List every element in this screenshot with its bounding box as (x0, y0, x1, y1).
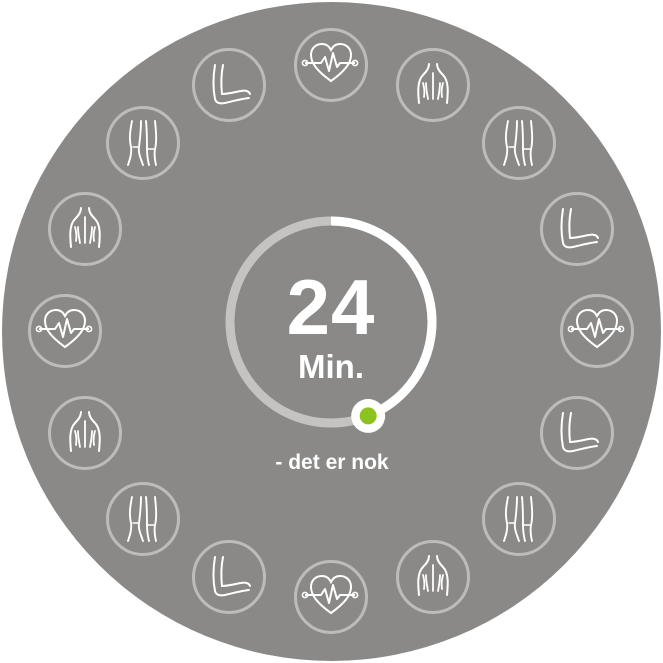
exercise-button-legs[interactable] (482, 105, 557, 180)
tagline-text: - det er nok (275, 451, 389, 474)
legs-icon (495, 495, 543, 543)
back-icon (409, 61, 457, 109)
legs-icon (119, 495, 167, 543)
exercise-button-legs[interactable] (105, 482, 180, 557)
exercise-button-heart-pulse[interactable] (294, 28, 368, 102)
heart-pulse-icon (35, 307, 93, 355)
back-icon (61, 205, 109, 253)
progress-knob[interactable] (351, 398, 386, 433)
arm-icon (553, 409, 601, 457)
exercise-button-arm[interactable] (192, 539, 267, 614)
exercise-button-arm[interactable] (539, 192, 614, 267)
exercise-button-arm[interactable] (539, 395, 614, 470)
exercise-button-heart-pulse[interactable] (294, 560, 368, 634)
arm-icon (553, 205, 601, 253)
exercise-button-back[interactable] (395, 539, 470, 614)
legs-icon (495, 119, 543, 167)
back-icon (61, 409, 109, 457)
exercise-button-heart-pulse[interactable] (560, 294, 634, 368)
timer-unit-label: Min. (298, 348, 364, 385)
exercise-button-heart-pulse[interactable] (28, 294, 102, 368)
legs-icon (119, 119, 167, 167)
exercise-button-back[interactable] (48, 395, 123, 470)
heart-pulse-icon (301, 41, 359, 89)
heart-pulse-icon (567, 307, 625, 355)
heart-pulse-icon (301, 573, 359, 621)
timer-minutes-value: 24 (286, 263, 376, 351)
exercise-button-arm[interactable] (192, 48, 267, 123)
back-icon (409, 553, 457, 601)
exercise-button-back[interactable] (48, 192, 123, 267)
arm-icon (205, 553, 253, 601)
exercise-button-back[interactable] (395, 48, 470, 123)
exercise-button-legs[interactable] (482, 482, 557, 557)
exercise-button-legs[interactable] (105, 105, 180, 180)
progress-knob-dot[interactable] (359, 407, 377, 425)
workout-timer-dial: 24 Min. - det er nok (0, 0, 663, 663)
arm-icon (205, 61, 253, 109)
